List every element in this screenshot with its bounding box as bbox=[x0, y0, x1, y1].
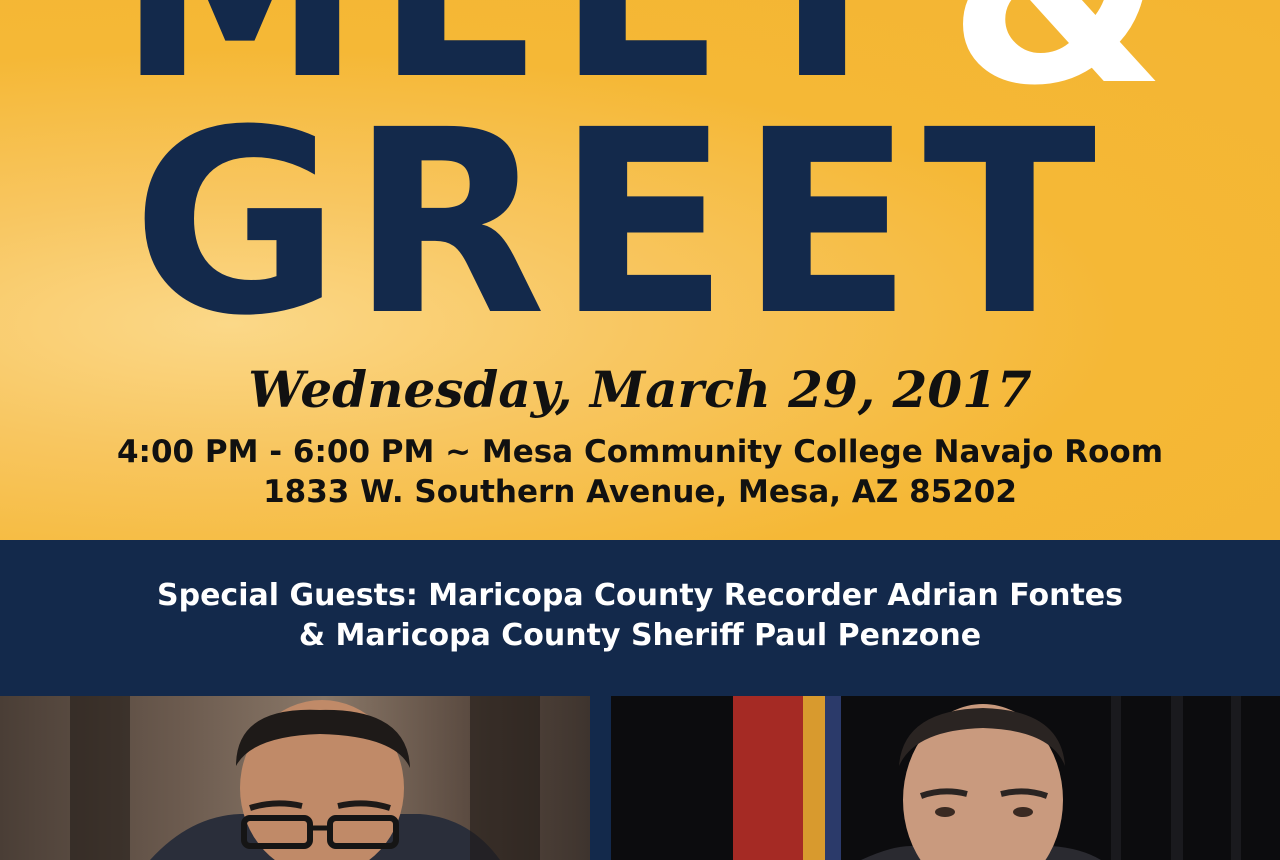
headline-greet: GREET bbox=[132, 75, 1107, 371]
event-date: Wednesday, March 29, 2017 bbox=[248, 360, 1032, 419]
event-time-location: 4:00 PM - 6:00 PM ~ Mesa Community Colle… bbox=[116, 434, 1164, 470]
special-guests-line-1: Special Guests: Maricopa County Recorder… bbox=[156, 578, 1123, 613]
headline-panel: MEET & GREET Wednesday, March 29, 2017 4… bbox=[0, 0, 1280, 540]
sheriff-portrait bbox=[733, 696, 1241, 860]
photo-divider bbox=[590, 696, 611, 860]
background-pillar bbox=[470, 696, 540, 860]
background-pillar bbox=[70, 696, 130, 860]
special-guests-line-2: & Maricopa County Sheriff Paul Penzone bbox=[298, 618, 982, 653]
event-flyer: MEET & GREET Wednesday, March 29, 2017 4… bbox=[0, 0, 1280, 860]
recorder-photo bbox=[0, 696, 590, 860]
event-address: 1833 W. Southern Avenue, Mesa, AZ 85202 bbox=[263, 474, 1017, 510]
special-guests-band: Special Guests: Maricopa County Recorder… bbox=[0, 540, 1280, 696]
sheriff-photo bbox=[611, 696, 1280, 860]
